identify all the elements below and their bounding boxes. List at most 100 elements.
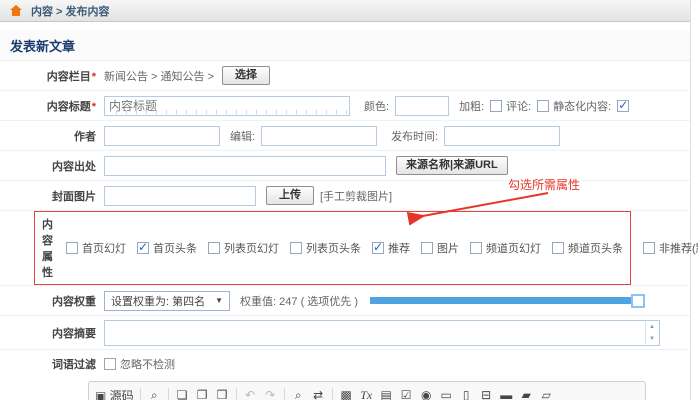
checkbox-icon[interactable] bbox=[66, 242, 78, 254]
source-input[interactable] bbox=[104, 156, 386, 176]
content-publish-page: 内容 > 发布内容 发表新文章 内容栏目* 新闻公告 > 通知公告 > 选择 内… bbox=[0, 0, 691, 400]
checkbox-label: 频道页头条 bbox=[568, 240, 623, 256]
redo-icon[interactable]: ↷ bbox=[261, 386, 280, 400]
checkbox-field-icon[interactable]: ☑ bbox=[397, 386, 416, 400]
comment-checkbox[interactable] bbox=[537, 100, 549, 112]
bold-checkbox[interactable] bbox=[490, 100, 502, 112]
spinner-control[interactable]: ▲▼ bbox=[645, 322, 658, 344]
breadcrumb-path: 内容 > 发布内容 bbox=[31, 3, 110, 19]
abstract-label: 内容摘要 bbox=[0, 325, 104, 341]
source-name-url-button[interactable]: 来源名称|来源URL bbox=[396, 156, 508, 175]
filter-checkbox-label: 忽略不检测 bbox=[120, 356, 175, 372]
preview-icon[interactable]: ⌕ bbox=[145, 386, 164, 400]
image-button-icon[interactable]: ▰ bbox=[517, 386, 536, 400]
editor-label: 编辑: bbox=[230, 128, 255, 144]
weight-select[interactable]: 设置权重为: 第四名 ▼ bbox=[104, 291, 230, 311]
attribute-checkbox-item[interactable]: 非推荐(默认无需设置) bbox=[643, 240, 698, 256]
paste-text-icon[interactable]: ❒ bbox=[213, 386, 232, 400]
button-field-icon[interactable]: ▬ bbox=[497, 386, 516, 400]
author-label: 作者 bbox=[0, 128, 104, 144]
select-category-button[interactable]: 选择 bbox=[222, 66, 270, 85]
required-mark: * bbox=[92, 101, 96, 113]
checkbox-icon[interactable] bbox=[421, 242, 433, 254]
thumb-input[interactable] bbox=[104, 186, 256, 206]
title-label: 内容标题* bbox=[0, 98, 104, 114]
undo-icon[interactable]: ↶ bbox=[241, 386, 260, 400]
checkbox-label: 首页头条 bbox=[153, 240, 197, 256]
weight-row: 内容权重 设置权重为: 第四名 ▼ 权重值: 247 ( 选项优先 ) bbox=[0, 286, 690, 316]
weight-slider-handle[interactable] bbox=[631, 294, 645, 308]
spinner-up-icon[interactable]: ▲ bbox=[649, 324, 655, 330]
checkbox-icon[interactable] bbox=[208, 242, 220, 254]
checkbox-label: 列表页幻灯 bbox=[224, 240, 279, 256]
select-all-icon[interactable]: ▩ bbox=[337, 386, 356, 400]
author-row: 作者 编辑: 发布时间: bbox=[0, 121, 690, 151]
spinner-down-icon[interactable]: ▼ bbox=[649, 336, 655, 342]
editor-toolbar-row1: ▣ 源码⌕❏❐❒↶↷⌕⇄▩Tx▤☑◉▭▯⊟▬▰▱ bbox=[93, 384, 641, 400]
paste-word-icon[interactable]: ❐ bbox=[193, 386, 212, 400]
radio-field-icon[interactable]: ◉ bbox=[417, 386, 436, 400]
category-row: 内容栏目* 新闻公告 > 通知公告 > 选择 bbox=[0, 61, 690, 91]
checkbox-icon[interactable] bbox=[470, 242, 482, 254]
source-button[interactable]: ▣ 源码 bbox=[93, 386, 136, 400]
textarea-field-icon[interactable]: ▯ bbox=[457, 386, 476, 400]
filter-checkbox[interactable] bbox=[104, 358, 116, 370]
static-label: 静态化内容: bbox=[553, 98, 611, 114]
checkbox-label: 列表页头条 bbox=[306, 240, 361, 256]
filter-label: 词语过滤 bbox=[0, 356, 104, 372]
text-field-icon[interactable]: ▭ bbox=[437, 386, 456, 400]
attribute-checkbox-item[interactable]: 图片 bbox=[421, 240, 459, 256]
checkbox-icon[interactable] bbox=[643, 242, 655, 254]
weight-slider-track[interactable] bbox=[370, 297, 632, 304]
checkbox-icon[interactable] bbox=[552, 242, 564, 254]
attribute-checkbox-item[interactable]: 列表页头条 bbox=[290, 240, 361, 256]
publish-time-input[interactable] bbox=[444, 126, 560, 146]
home-icon[interactable] bbox=[10, 5, 22, 16]
checkbox-label: 图片 bbox=[437, 240, 459, 256]
attribute-checkbox-item[interactable]: 推荐 bbox=[372, 240, 410, 256]
attribute-checkbox-item[interactable]: 频道页幻灯 bbox=[470, 240, 541, 256]
editor-input[interactable] bbox=[261, 126, 377, 146]
toolbar-separator bbox=[236, 388, 237, 400]
attribute-checkbox-item[interactable]: 首页头条 bbox=[137, 240, 197, 256]
attribute-checkbox-item[interactable]: 频道页头条 bbox=[552, 240, 623, 256]
publish-time-label: 发布时间: bbox=[391, 128, 438, 144]
checkbox-label: 频道页幻灯 bbox=[486, 240, 541, 256]
attribute-checkbox-item[interactable]: 首页幻灯 bbox=[66, 240, 126, 256]
checkbox-label: 首页幻灯 bbox=[82, 240, 126, 256]
replace-icon[interactable]: ⇄ bbox=[309, 386, 328, 400]
title-input[interactable] bbox=[104, 96, 350, 116]
checkbox-icon[interactable] bbox=[372, 242, 384, 254]
upload-button[interactable]: 上传 bbox=[266, 186, 314, 205]
attributes-row: 内容属性 首页幻灯首页头条列表页幻灯列表页头条推荐图片频道页幻灯频道页头条 非推… bbox=[0, 211, 690, 286]
required-mark: * bbox=[92, 71, 96, 83]
title-color-input[interactable] bbox=[395, 96, 449, 116]
attributes-outside-group: 非推荐(默认无需设置)已推送 bbox=[643, 240, 698, 256]
chevron-down-icon: ▼ bbox=[215, 296, 223, 305]
thumb-row: 封面图片 上传 [手工剪裁图片] bbox=[0, 181, 690, 211]
checkbox-icon[interactable] bbox=[290, 242, 302, 254]
category-path: 新闻公告 > 通知公告 > bbox=[104, 68, 214, 84]
attributes-label: 内容属性 bbox=[42, 216, 53, 280]
toolbar-separator bbox=[140, 388, 141, 400]
filter-row: 词语过滤 忽略不检测 bbox=[0, 350, 690, 377]
attribute-checkbox-item[interactable]: 列表页幻灯 bbox=[208, 240, 279, 256]
weight-slider[interactable] bbox=[370, 294, 645, 308]
author-input[interactable] bbox=[104, 126, 220, 146]
hidden-field-icon[interactable]: ▱ bbox=[537, 386, 556, 400]
page-title: 发表新文章 bbox=[10, 39, 75, 54]
weight-label: 内容权重 bbox=[0, 293, 104, 309]
find-icon[interactable]: ⌕ bbox=[289, 386, 308, 400]
weight-value-text: 权重值: 247 ( 选项优先 ) bbox=[240, 293, 358, 309]
abstract-textarea[interactable]: ▲▼ bbox=[104, 320, 660, 346]
remove-format-icon[interactable]: Tx bbox=[357, 386, 376, 400]
title-input-wrap bbox=[104, 96, 350, 116]
form-icon[interactable]: ▤ bbox=[377, 386, 396, 400]
templates-icon[interactable]: ❏ bbox=[173, 386, 192, 400]
checkbox-icon[interactable] bbox=[137, 242, 149, 254]
checkbox-label: 非推荐(默认无需设置) bbox=[659, 240, 698, 256]
source-row: 内容出处 来源名称|来源URL bbox=[0, 151, 690, 181]
select-field-icon[interactable]: ⊟ bbox=[477, 386, 496, 400]
static-html-checkbox[interactable] bbox=[617, 100, 629, 112]
attributes-highlight-box: 内容属性 首页幻灯 首页头条 列表页幻灯 列表页头条推荐 图片 频道页幻灯 频道页头条 bbox=[34, 211, 631, 285]
